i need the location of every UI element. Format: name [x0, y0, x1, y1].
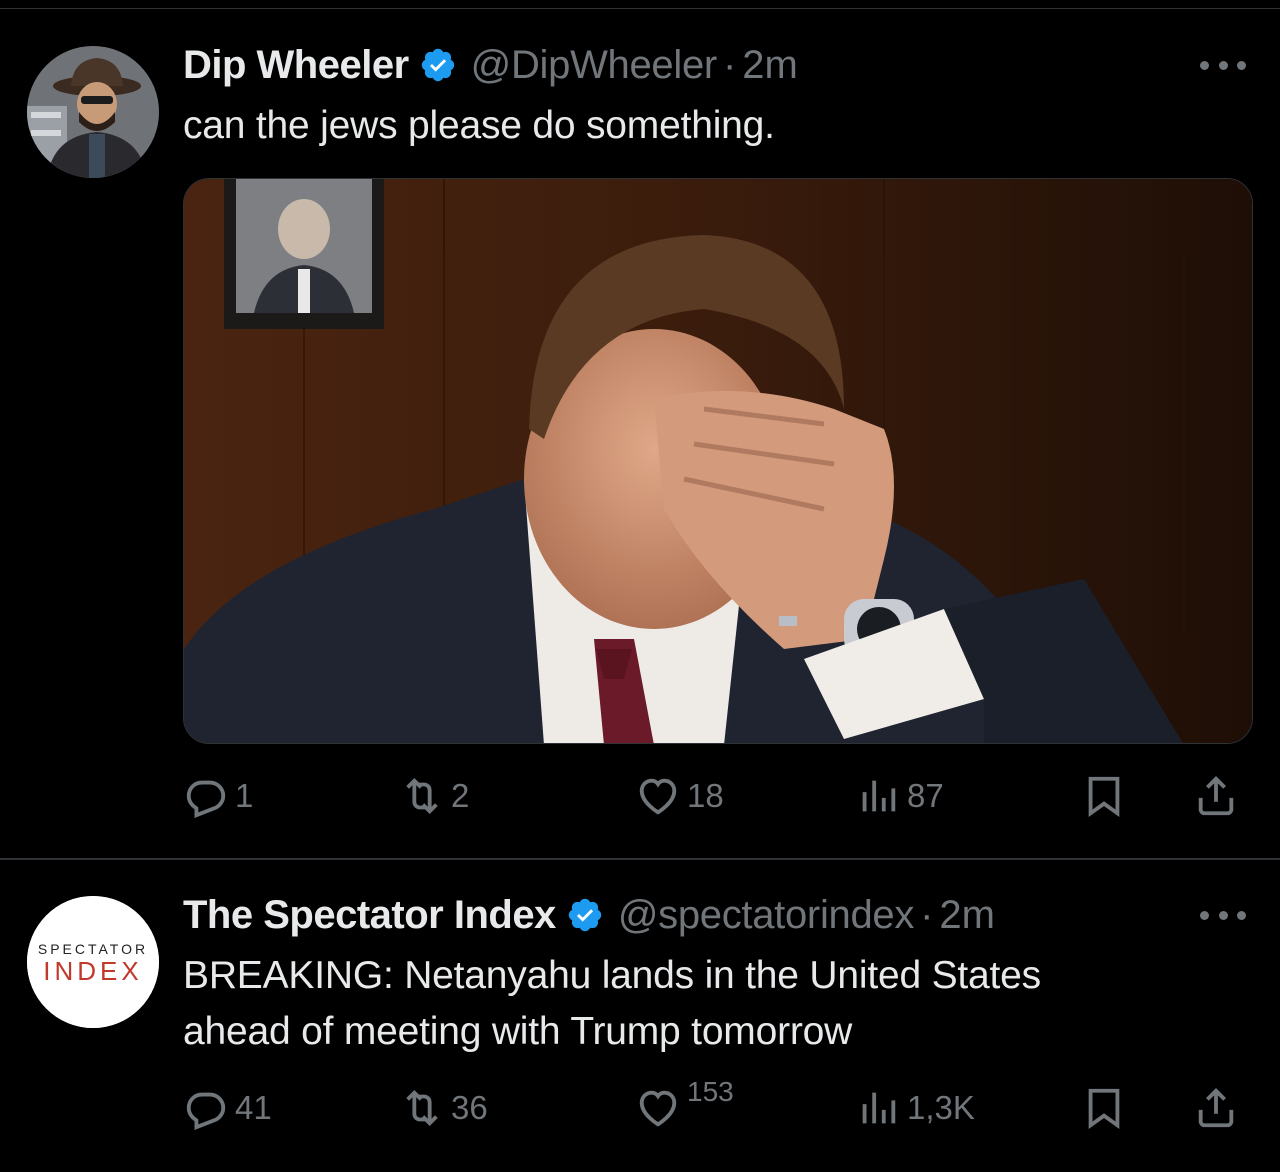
like-button[interactable]: 18 — [635, 766, 724, 826]
like-button[interactable]: 153 — [635, 1076, 734, 1138]
heart-icon — [639, 778, 677, 815]
tweet-header: Dip Wheeler @DipWheeler · 2m — [183, 40, 798, 90]
verified-badge-icon — [421, 48, 454, 82]
like-count: 153 — [687, 1076, 734, 1107]
tweet-spectator-index[interactable]: SPECTATOR INDEX The Spectator Index @spe… — [0, 860, 1280, 1172]
bookmark-icon — [1088, 776, 1120, 817]
more-dots-icon[interactable] — [1200, 908, 1246, 922]
tweet-actions: 1 2 18 87 — [183, 766, 1253, 826]
like-count: 18 — [687, 777, 724, 814]
logo-line-1: SPECTATOR — [38, 941, 148, 957]
heart-icon — [639, 1090, 677, 1127]
share-button[interactable] — [1193, 766, 1239, 826]
verified-badge-icon — [568, 898, 602, 932]
handle[interactable]: @spectatorindex — [618, 893, 915, 938]
tweet-dip-wheeler[interactable]: Dip Wheeler @DipWheeler · 2m can the jew… — [0, 0, 1280, 858]
timestamp[interactable]: 2m — [939, 893, 995, 938]
spectator-index-logo: SPECTATOR INDEX — [27, 896, 159, 1028]
separator-dot: · — [920, 892, 934, 937]
tweet-actions: 41 36 153 1,3K — [183, 1076, 1253, 1138]
photo-man-facepalm — [184, 179, 1252, 743]
reply-button[interactable]: 41 — [183, 1078, 272, 1138]
bookmark-icon — [1088, 1088, 1120, 1129]
logo-line-2: INDEX — [43, 956, 142, 986]
views-button[interactable]: 1,3K — [855, 1078, 975, 1138]
reply-bubble-icon — [186, 780, 226, 818]
tweet-media-photo[interactable] — [183, 178, 1253, 744]
repost-button[interactable]: 36 — [399, 1078, 488, 1138]
display-name[interactable]: Dip Wheeler — [183, 43, 409, 88]
share-upload-icon — [1198, 1088, 1234, 1128]
timestamp[interactable]: 2m — [742, 43, 798, 88]
views-bars-icon — [862, 780, 896, 812]
repost-count: 2 — [451, 777, 470, 814]
tweet-text: can the jews please do something. — [183, 104, 775, 147]
tweet-text-line-2: ahead of meeting with Trump tomorrow — [183, 1010, 853, 1053]
share-button[interactable] — [1193, 1078, 1239, 1138]
reply-count: 1 — [235, 777, 254, 814]
tweet-header: The Spectator Index @spectatorindex · 2m — [183, 890, 995, 940]
avatar-image — [27, 46, 159, 178]
tweet-text-line-1: BREAKING: Netanyahu lands in the United … — [183, 954, 1041, 997]
share-upload-icon — [1198, 776, 1234, 816]
handle[interactable]: @DipWheeler — [471, 43, 718, 88]
repost-arrows-icon — [406, 1089, 438, 1127]
more-dots-icon[interactable] — [1200, 58, 1246, 72]
reply-count: 41 — [235, 1089, 272, 1126]
display-name[interactable]: The Spectator Index — [183, 893, 556, 938]
bookmark-button[interactable] — [1081, 766, 1127, 826]
repost-count: 36 — [451, 1089, 488, 1126]
avatar-spectator-index[interactable]: SPECTATOR INDEX — [27, 896, 159, 1028]
avatar-dip-wheeler[interactable] — [27, 46, 159, 178]
separator-dot: · — [722, 42, 737, 87]
tweet-text: BREAKING: Netanyahu lands in the United … — [183, 948, 1223, 1060]
views-count: 87 — [907, 777, 944, 814]
reply-button[interactable]: 1 — [183, 766, 253, 826]
views-button[interactable]: 87 — [855, 766, 944, 826]
bookmark-button[interactable] — [1081, 1078, 1127, 1138]
repost-button[interactable]: 2 — [399, 766, 469, 826]
views-count: 1,3K — [907, 1089, 975, 1126]
repost-arrows-icon — [406, 777, 438, 815]
views-bars-icon — [862, 1092, 896, 1124]
reply-bubble-icon — [186, 1092, 226, 1130]
